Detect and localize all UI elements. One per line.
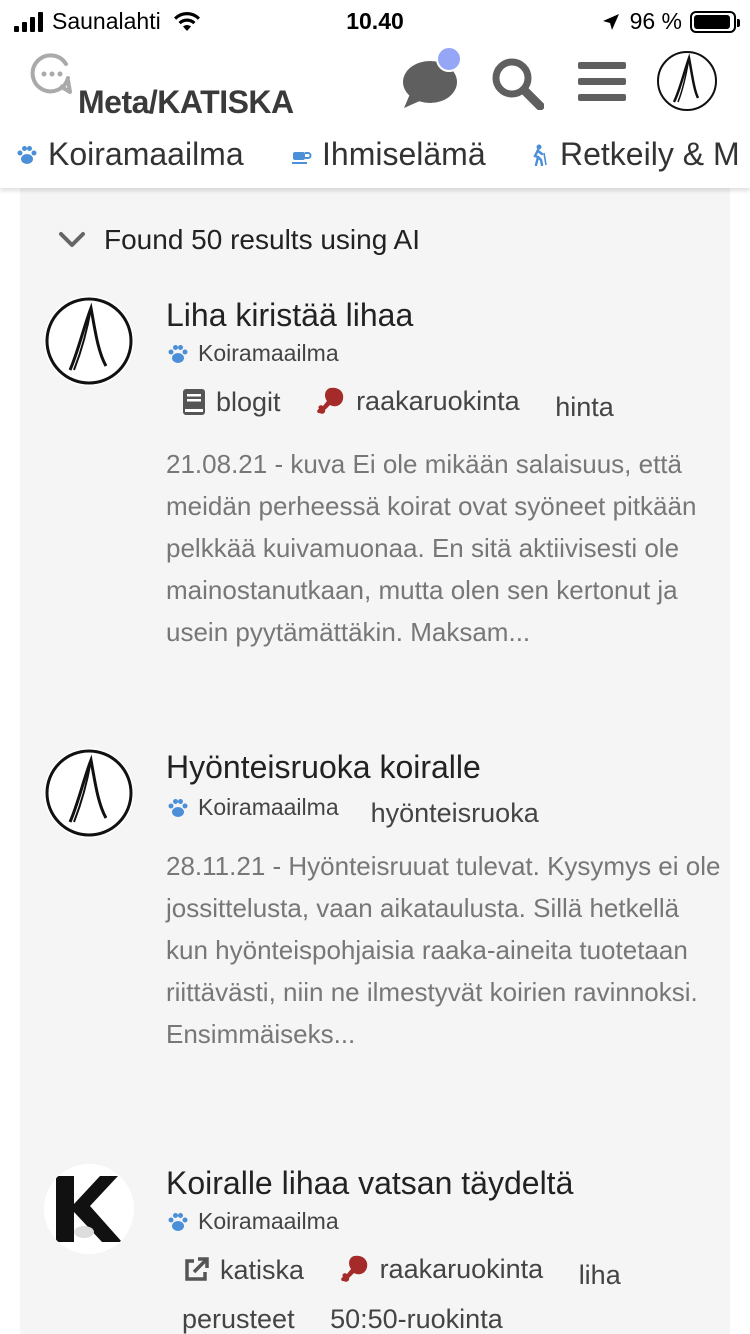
category-link-retkeily[interactable]: Retkeily & M [528, 136, 740, 173]
category-label: Ihmiselämä [322, 136, 486, 172]
tag-katiska[interactable]: katiska [182, 1248, 304, 1292]
category-label: Retkeily & M [560, 136, 740, 172]
hamburger-menu-icon[interactable] [578, 60, 626, 109]
result-excerpt: 28.11.21 - Hyönteisruuat tulevat. Kysymy… [166, 851, 721, 1049]
result-category[interactable]: Koiramaailma hyönteisruoka [166, 792, 726, 828]
tag-50-50-ruokinta[interactable]: 50:50-ruokinta [330, 1297, 503, 1334]
tag-raakaruokinta[interactable]: raakaruokinta [316, 379, 520, 423]
tag-label: liha [578, 1260, 621, 1290]
paw-icon [16, 144, 38, 166]
result-category[interactable]: Koiramaailma [166, 1208, 726, 1235]
results-summary: Found 50 results using AI [104, 224, 420, 255]
chevron-down-icon [58, 231, 86, 249]
category-label: Koiramaailma [48, 136, 244, 172]
notification-dot[interactable] [436, 46, 462, 72]
search-results-panel: Found 50 results using AI Liha kiristää … [20, 188, 730, 1334]
result-title[interactable]: Liha kiristää lihaa [166, 296, 726, 334]
coffee-cup-icon [290, 144, 312, 166]
tag-label: perusteet [182, 1304, 295, 1334]
tag-label: raakaruokinta [356, 386, 520, 416]
user-avatar[interactable] [656, 50, 718, 117]
battery-percentage: 96 % [629, 8, 682, 34]
tag-raakaruokinta[interactable]: raakaruokinta [340, 1247, 544, 1291]
tag-label: katiska [220, 1255, 305, 1285]
result-title[interactable]: Koiralle lihaa vatsan täydeltä [166, 1164, 726, 1202]
site-title: Meta/KATISKA [78, 84, 294, 120]
site-header: Meta/KATISKA [0, 42, 750, 128]
tag-perusteet[interactable]: perusteet [182, 1297, 295, 1334]
tag-label: raakaruokinta [379, 1254, 544, 1284]
hiker-icon [528, 144, 550, 166]
category-bar: Koiramaailma Ihmiselämä Retkeily & M [0, 128, 750, 188]
results-toggle[interactable]: Found 50 results using AI [58, 224, 420, 256]
result-date: 21.08.21 [166, 449, 268, 479]
external-link-icon [182, 1256, 210, 1284]
tag-blogit[interactable]: blogit [182, 380, 281, 424]
meat-drumstick-icon [340, 1254, 370, 1284]
tag-label: blogit [216, 387, 281, 417]
location-arrow-icon [602, 13, 620, 31]
paw-icon [166, 343, 190, 365]
logo-bubble-icon [30, 53, 72, 94]
battery-icon [690, 10, 740, 33]
paw-icon [166, 797, 190, 819]
tag-label: 50:50-ruokinta [330, 1304, 503, 1334]
tag-hinta[interactable]: hinta [555, 385, 614, 429]
category-link-koiramaailma[interactable]: Koiramaailma [16, 136, 244, 173]
result-title[interactable]: Hyönteisruoka koiralle [166, 748, 726, 786]
paw-icon [166, 1211, 190, 1233]
status-bar: Saunalahti 10.40 96 % [0, 0, 750, 42]
result-category[interactable]: Koiramaailma [166, 340, 726, 367]
result-tags: blogit raakaruokinta hinta [166, 379, 726, 429]
site-logo[interactable]: Meta/KATISKA [30, 52, 294, 120]
result-category-label: Koiramaailma [198, 794, 339, 820]
result-category-label: Koiramaailma [198, 1208, 339, 1234]
result-category-label: Koiramaailma [198, 340, 339, 366]
result-date: 28.11.21 [166, 851, 266, 881]
result-tags: katiska raakaruokinta liha perusteet 50:… [166, 1247, 726, 1334]
result-excerpt: 21.08.21 - kuva Ei ole mikään salaisuus,… [166, 449, 697, 647]
search-icon[interactable] [490, 56, 545, 115]
author-avatar[interactable] [44, 1164, 134, 1254]
book-icon [182, 388, 206, 416]
tag-hyonteisruoka[interactable]: hyönteisruoka [371, 798, 539, 829]
tag-liha[interactable]: liha [579, 1253, 621, 1297]
category-link-ihmiselama[interactable]: Ihmiselämä [290, 136, 486, 173]
author-avatar[interactable] [44, 296, 134, 386]
meat-drumstick-icon [316, 386, 346, 416]
tag-label: hinta [555, 392, 614, 422]
author-avatar[interactable] [44, 748, 134, 838]
